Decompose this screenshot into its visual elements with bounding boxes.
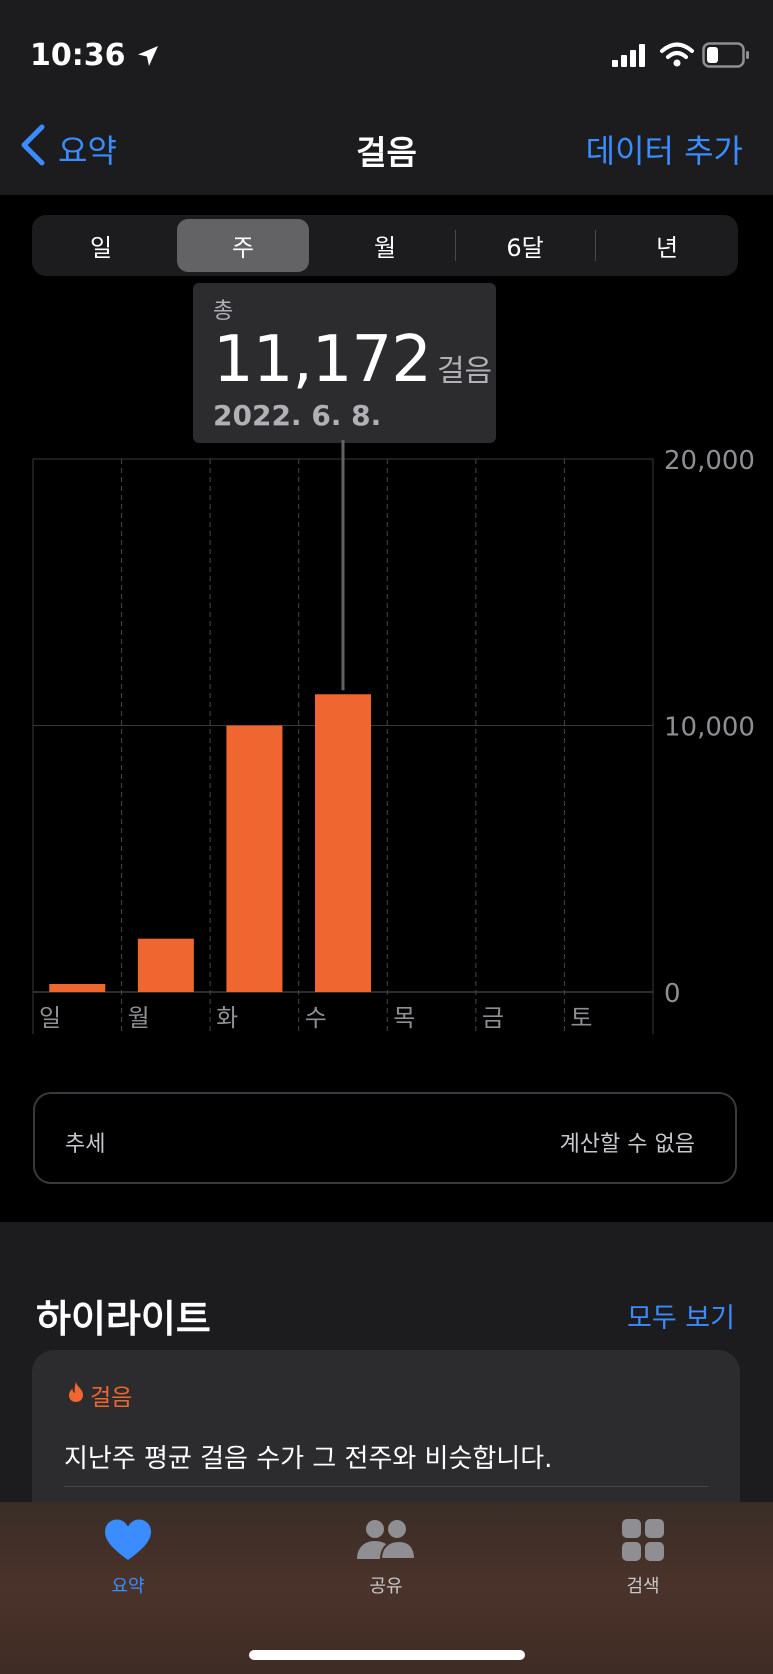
steps-bar-chart[interactable]: 0 10,000 20,000 일 월 화 수 목 금 토: [0, 440, 773, 1040]
wifi-icon: [660, 42, 694, 72]
tooltip-label: 총: [213, 299, 234, 324]
selection-tooltip: 총 11,172 걸음 2022. 6. 8.: [193, 283, 496, 443]
x-tick-label: 화: [216, 1004, 238, 1032]
y-tick-label: 0: [664, 979, 681, 1009]
x-tick-label: 목: [393, 1004, 415, 1032]
x-tick-label: 일: [39, 1004, 61, 1032]
x-tick-label: 토: [570, 1004, 592, 1032]
bar-0: [49, 984, 106, 992]
grid-icon: [621, 1518, 665, 1566]
highlight-divider: [64, 1486, 708, 1487]
x-tick-label: 금: [482, 1004, 504, 1032]
segment-month[interactable]: 월: [320, 219, 450, 272]
y-tick-label: 20,000: [664, 446, 755, 476]
segment-day[interactable]: 일: [36, 219, 166, 272]
heart-icon: [103, 1518, 153, 1566]
signal-icon: [612, 44, 648, 72]
battery-icon: [702, 42, 750, 72]
segment-6months[interactable]: 6달: [460, 219, 590, 272]
tab-browse[interactable]: 검색: [573, 1518, 713, 1598]
tooltip-date: 2022. 6. 8.: [213, 399, 382, 432]
tab-summary[interactable]: 요약: [58, 1518, 198, 1598]
segment-divider: [455, 230, 456, 261]
tab-summary-label: 요약: [111, 1576, 145, 1597]
highlight-text: 지난주 평균 걸음 수가 그 전주와 비슷합니다.: [64, 1444, 553, 1474]
people-icon: [353, 1518, 419, 1566]
highlights-title: 하이라이트: [36, 1297, 211, 1341]
tab-browse-label: 검색: [626, 1576, 660, 1597]
tab-bar: 요약 공유 검색: [0, 1502, 773, 1674]
flame-icon: [68, 1381, 84, 1409]
status-time: 10:36: [30, 38, 126, 73]
y-tick-label: 10,000: [664, 713, 755, 743]
x-tick-label: 월: [128, 1004, 150, 1032]
x-tick-label: 수: [305, 1004, 327, 1032]
tab-sharing-label: 공유: [369, 1576, 403, 1597]
period-segmented-control: 일 주 월 6달 년: [32, 215, 738, 276]
segment-year[interactable]: 년: [600, 219, 734, 272]
trend-value: 계산할 수 없음: [559, 1132, 695, 1157]
trend-label: 추세: [65, 1132, 106, 1157]
tooltip-unit: 걸음: [436, 354, 493, 389]
home-indicator[interactable]: [249, 1650, 525, 1660]
tooltip-number: 11,172: [213, 323, 432, 397]
segment-week[interactable]: 주: [177, 219, 309, 272]
bar-2: [226, 725, 283, 992]
add-data-button[interactable]: 데이터 추가: [586, 126, 743, 172]
highlight-category: 걸음: [68, 1378, 132, 1412]
tab-sharing[interactable]: 공유: [316, 1518, 456, 1598]
see-all-button[interactable]: 모두 보기: [627, 1296, 735, 1335]
bar-1: [137, 938, 194, 992]
tooltip-value: 11,172 걸음: [213, 323, 492, 397]
trend-row[interactable]: 추세 계산할 수 없음: [33, 1092, 737, 1184]
bar-3: [315, 694, 371, 992]
location-arrow-icon: [136, 44, 160, 72]
segment-divider: [595, 230, 596, 261]
highlight-category-label: 걸음: [90, 1385, 133, 1411]
